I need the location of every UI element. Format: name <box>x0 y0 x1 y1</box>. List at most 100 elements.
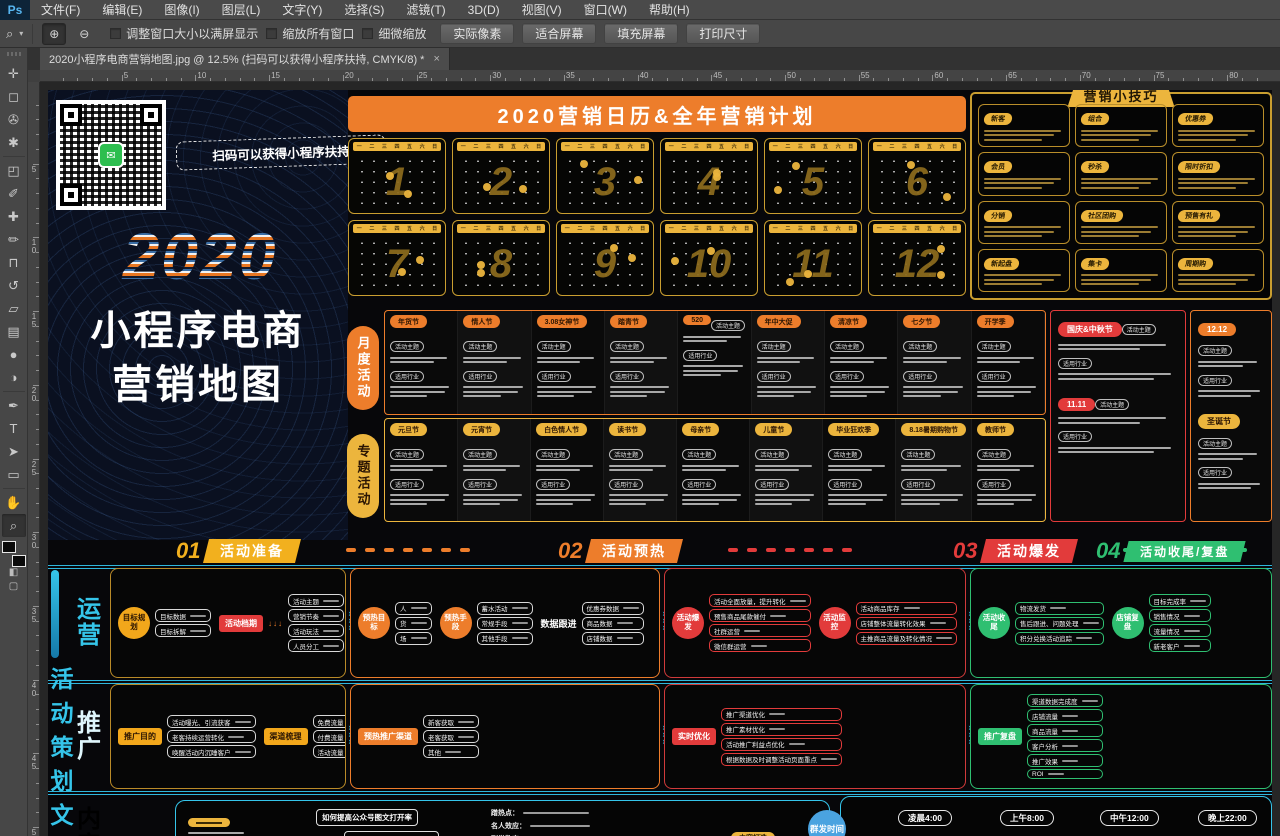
festival-pill: 白色情人节 <box>536 423 587 436</box>
tag-theme: 活动主题 <box>1198 345 1232 356</box>
menu-item-1[interactable]: 文件(F) <box>30 0 91 20</box>
menu-item-5[interactable]: 文字(Y) <box>271 0 333 20</box>
brush-tool[interactable]: ✏ <box>2 228 26 251</box>
mindmap-group: 实时优化推广渠道优化推广素材优化活动推广利益点优化根据数据及时调整活动页面重点 <box>672 708 842 766</box>
festival-pill: 母亲节 <box>682 423 719 436</box>
text-line <box>536 469 579 471</box>
option-button-1[interactable]: 实际像素 <box>440 23 514 44</box>
eraser-tool[interactable]: ▱ <box>2 297 26 320</box>
lasso-tool[interactable]: ✇ <box>2 108 26 131</box>
foreground-color[interactable] <box>2 541 16 553</box>
tip-label: 秒杀 <box>1080 161 1110 173</box>
quick-mask-icon[interactable]: ◧ <box>9 567 18 581</box>
tool-preset-dropdown-icon[interactable]: ▾ <box>19 29 23 38</box>
festival-pill: 520 <box>683 315 711 325</box>
menu-item-2[interactable]: 编辑(E) <box>91 0 153 20</box>
text-line <box>463 391 518 393</box>
text-line <box>1178 182 1248 184</box>
text-line <box>977 361 1021 363</box>
text-line <box>190 630 206 632</box>
menu-item-8[interactable]: 3D(D) <box>457 0 511 20</box>
marquee-tool[interactable]: ◻ <box>2 85 26 108</box>
move-tool[interactable]: ✛ <box>2 62 26 85</box>
clone-stamp-tool[interactable]: ⊓ <box>2 251 26 274</box>
weekday: 日 <box>952 143 957 150</box>
magic-wand-tool[interactable]: ✱ <box>2 131 26 154</box>
zoom-tool[interactable]: ⌕ <box>2 514 26 537</box>
text-line <box>1058 447 1171 449</box>
screen-mode-icon[interactable]: ▢ <box>9 581 18 595</box>
calendar-banner: 2020营销日历&全年营销计划 <box>348 96 966 132</box>
weekday: 三 <box>382 225 387 232</box>
menu-item-4[interactable]: 图层(L) <box>211 0 272 20</box>
mindmap-item: 货 <box>395 617 432 630</box>
crop-tool[interactable]: ◰ <box>2 159 26 182</box>
option-button-4[interactable]: 打印尺寸 <box>686 23 760 44</box>
weekday: 一 <box>773 225 778 232</box>
text-line <box>1062 760 1078 762</box>
ruler-tick <box>63 78 64 81</box>
path-select-tool[interactable]: ➤ <box>2 440 26 463</box>
hand-tool[interactable]: ✋ <box>2 491 26 514</box>
option-checkbox-1[interactable]: 调整窗口大小以满屏显示 <box>110 25 258 42</box>
menu-item-11[interactable]: 帮助(H) <box>638 0 701 20</box>
toolbar-grip[interactable] <box>7 52 21 56</box>
row-推广-section-3: 实时优化推广渠道优化推广素材优化活动推广利益点优化根据数据及时调整活动页面重点 <box>664 684 966 789</box>
weekday: 四 <box>810 143 815 150</box>
background-color[interactable] <box>12 555 26 567</box>
weekday-header: 一二三四五六日 <box>457 224 545 233</box>
shape-tool[interactable]: ▭ <box>2 463 26 486</box>
menu-item-6[interactable]: 选择(S) <box>333 0 395 20</box>
option-button-3[interactable]: 填充屏幕 <box>604 23 678 44</box>
weekday: 二 <box>889 225 894 232</box>
text-line <box>323 630 339 632</box>
ruler-tick <box>1242 78 1243 81</box>
weekday: 日 <box>744 225 749 232</box>
marketing-map-image: ✉ 扫码可以获得小程序扶持 2020 小程序电商 营销地图 2020营销日历&全… <box>48 90 1272 836</box>
node-预热推广渠道: 预热推广渠道 <box>358 728 418 745</box>
mindmap-item: 目标拆解 <box>155 624 211 637</box>
dodge-tool[interactable]: ◑ <box>2 366 26 389</box>
text-line <box>903 357 960 359</box>
zoom-in-toggle[interactable]: ⊕ <box>42 23 66 45</box>
checkbox-box[interactable] <box>362 28 373 39</box>
menu-item-9[interactable]: 视图(V) <box>511 0 573 20</box>
eyedropper-tool[interactable]: ✐ <box>2 182 26 205</box>
option-checkbox-2[interactable]: 缩放所有窗口 <box>266 25 354 42</box>
text-line <box>903 386 962 388</box>
blur-tool[interactable]: ● <box>2 343 26 366</box>
row-运营-section-4: 活动收尾物流发货售后跟进、问题处理积分兑换活动追踪店铺复盘目标完成率销售情况流量… <box>970 568 1272 678</box>
menu-item-3[interactable]: 图像(I) <box>153 0 210 20</box>
weekday: 三 <box>694 143 699 150</box>
checkbox-box[interactable] <box>266 28 277 39</box>
close-tab-icon[interactable]: × <box>433 53 439 65</box>
zoom-out-toggle[interactable]: ⊖ <box>72 23 96 45</box>
mindmap-item: 人 <box>395 602 432 615</box>
checkbox-box[interactable] <box>110 28 121 39</box>
text-line <box>755 469 798 471</box>
color-swatches[interactable] <box>2 541 26 567</box>
option-checkbox-3[interactable]: 细微缩放 <box>362 25 426 42</box>
text-line <box>903 391 958 393</box>
option-button-2[interactable]: 适合屏幕 <box>522 23 596 44</box>
text-line <box>682 503 719 505</box>
document-tab[interactable]: 2020小程序电商营销地图.jpg @ 12.5% (扫码可以获得小程序扶持, … <box>40 48 450 70</box>
canvas-area[interactable]: ✉ 扫码可以获得小程序扶持 2020 小程序电商 营销地图 2020营销日历&全… <box>40 82 1280 836</box>
ruler-tick <box>36 178 39 179</box>
type-tool[interactable]: T <box>2 417 26 440</box>
ruler-tick <box>490 75 491 81</box>
horizontal-ruler[interactable]: 5101520253035404550556065707580 <box>28 70 1280 82</box>
healing-brush-tool[interactable]: ✚ <box>2 205 26 228</box>
photoshop-logo[interactable]: Ps <box>0 0 30 20</box>
menu-item-10[interactable]: 窗口(W) <box>573 0 638 20</box>
zoom-tool-icon[interactable]: ⌕ <box>6 26 13 42</box>
text-line <box>904 607 920 609</box>
gradient-tool[interactable]: ▤ <box>2 320 26 343</box>
history-brush-tool[interactable]: ↺ <box>2 274 26 297</box>
menu-item-7[interactable]: 滤镜(T) <box>395 0 456 20</box>
pen-tool[interactable]: ✒ <box>2 394 26 417</box>
row-推广-section-4: 推广复盘渠道数据完成度店铺流量商品流量客户分析推广效果ROI <box>970 684 1272 789</box>
text-line <box>235 751 251 753</box>
vertical-ruler[interactable]: 5101520253035404550 <box>28 82 40 836</box>
q4-box-2: 12.12活动主题适用行业圣诞节活动主题适用行业 <box>1190 310 1272 522</box>
